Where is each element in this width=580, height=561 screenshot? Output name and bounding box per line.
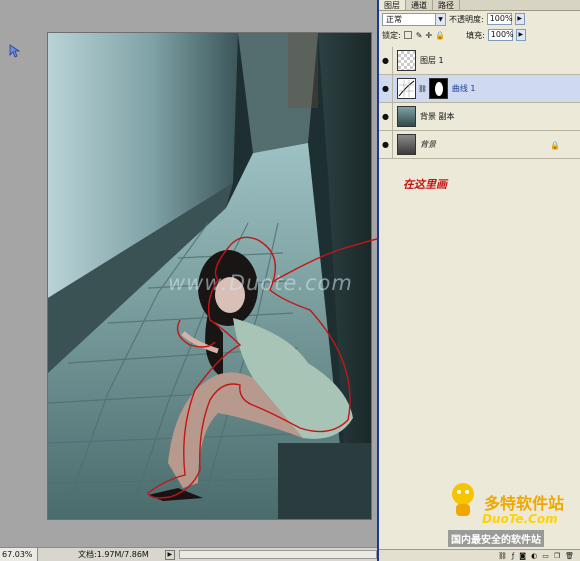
logo-tagline: 国内最安全的软件站 xyxy=(448,530,544,547)
adjustment-layer-icon[interactable]: ◐ xyxy=(531,552,537,560)
layers-list: ● 图层 1 ● ⛓ 曲线 1 ● 背景 副本 ● 背景 🔒 xyxy=(379,46,580,159)
chain-link-icon: ⛓ xyxy=(418,84,427,93)
eye-icon[interactable]: ● xyxy=(379,46,393,75)
mascot-logo-icon xyxy=(452,483,474,516)
layer-row-selected[interactable]: ● ⛓ 曲线 1 xyxy=(379,74,580,103)
chevron-down-icon: ▼ xyxy=(435,13,445,25)
layer-thumbnail xyxy=(397,50,416,71)
lock-label: 锁定: xyxy=(382,30,401,40)
layer-style-icon[interactable]: ƒ xyxy=(512,552,514,560)
lock-fill-row: 锁定: ✎ ✛ 🔒 填充: 100% ▶ xyxy=(379,27,580,43)
opacity-input[interactable]: 100% xyxy=(486,13,513,25)
logo-url: DuoTe.Com xyxy=(482,512,558,526)
fill-input[interactable]: 100% xyxy=(487,29,514,41)
lock-transparency-icon[interactable] xyxy=(403,31,412,39)
curves-adjustment-icon xyxy=(397,78,416,99)
eye-icon[interactable]: ● xyxy=(379,74,393,103)
panel-bottom-toolbar: ⛓ ƒ ◙ ◐ ▭ ❐ 🗑 xyxy=(379,549,580,561)
panel-tabs: 图层 通道 路径 xyxy=(379,0,580,11)
layer-thumbnail xyxy=(397,106,416,127)
tab-channels[interactable]: 通道 xyxy=(406,0,433,10)
zoom-level[interactable]: 67.03% xyxy=(0,548,38,561)
document-size: 文档:1.97M/7.86M xyxy=(78,550,149,559)
layer-row[interactable]: ● 背景 副本 xyxy=(379,102,580,131)
layers-panel: 图层 通道 路径 正常 ▼ 不透明度: 100% ▶ 锁定: ✎ ✛ 🔒 填充:… xyxy=(377,0,580,561)
tab-paths[interactable]: 路径 xyxy=(433,0,460,10)
lock-move-icon[interactable]: ✛ xyxy=(425,31,432,40)
blend-mode-select[interactable]: 正常 ▼ xyxy=(382,12,446,26)
blend-opacity-row: 正常 ▼ 不透明度: 100% ▶ xyxy=(379,11,580,27)
fill-label: 填充: xyxy=(466,30,485,40)
delete-layer-icon[interactable]: 🗑 xyxy=(565,552,574,560)
new-layer-icon[interactable]: ❐ xyxy=(554,552,560,560)
eye-icon[interactable]: ● xyxy=(379,102,393,131)
opacity-label: 不透明度: xyxy=(449,14,484,24)
eye-icon[interactable]: ● xyxy=(379,130,393,159)
status-menu-arrow-icon[interactable]: ▶ xyxy=(164,549,175,560)
new-group-icon[interactable]: ▭ xyxy=(542,552,549,560)
fill-flyout-icon[interactable]: ▶ xyxy=(515,29,526,41)
canvas-area[interactable]: www.Duote.com xyxy=(0,0,446,547)
layer-row[interactable]: ● 背景 🔒 xyxy=(379,130,580,159)
link-layers-icon[interactable]: ⛓ xyxy=(498,552,507,560)
logo-text: 多特软件站 xyxy=(484,494,565,513)
layer-name: 图层 1 xyxy=(420,56,444,65)
layer-row[interactable]: ● 图层 1 xyxy=(379,46,580,75)
tab-layers[interactable]: 图层 xyxy=(379,0,406,10)
lock-paint-icon[interactable]: ✎ xyxy=(416,31,423,40)
annotation-text: 在这里画 xyxy=(403,178,447,191)
add-mask-icon[interactable]: ◙ xyxy=(519,552,526,560)
status-bar: 67.03% 文档:1.97M/7.86M ▶ xyxy=(0,547,377,561)
horizontal-scrollbar[interactable] xyxy=(178,550,377,559)
opacity-flyout-icon[interactable]: ▶ xyxy=(514,13,525,25)
layer-name: 曲线 1 xyxy=(451,84,476,93)
layer-mask-thumbnail[interactable] xyxy=(428,78,448,99)
lock-all-icon[interactable]: 🔒 xyxy=(435,31,445,40)
lock-icon: 🔒 xyxy=(550,141,560,150)
layer-name: 背景 xyxy=(420,140,436,149)
layer-name: 背景 副本 xyxy=(420,112,455,121)
layer-thumbnail xyxy=(397,134,416,155)
blend-mode-value: 正常 xyxy=(386,14,402,24)
